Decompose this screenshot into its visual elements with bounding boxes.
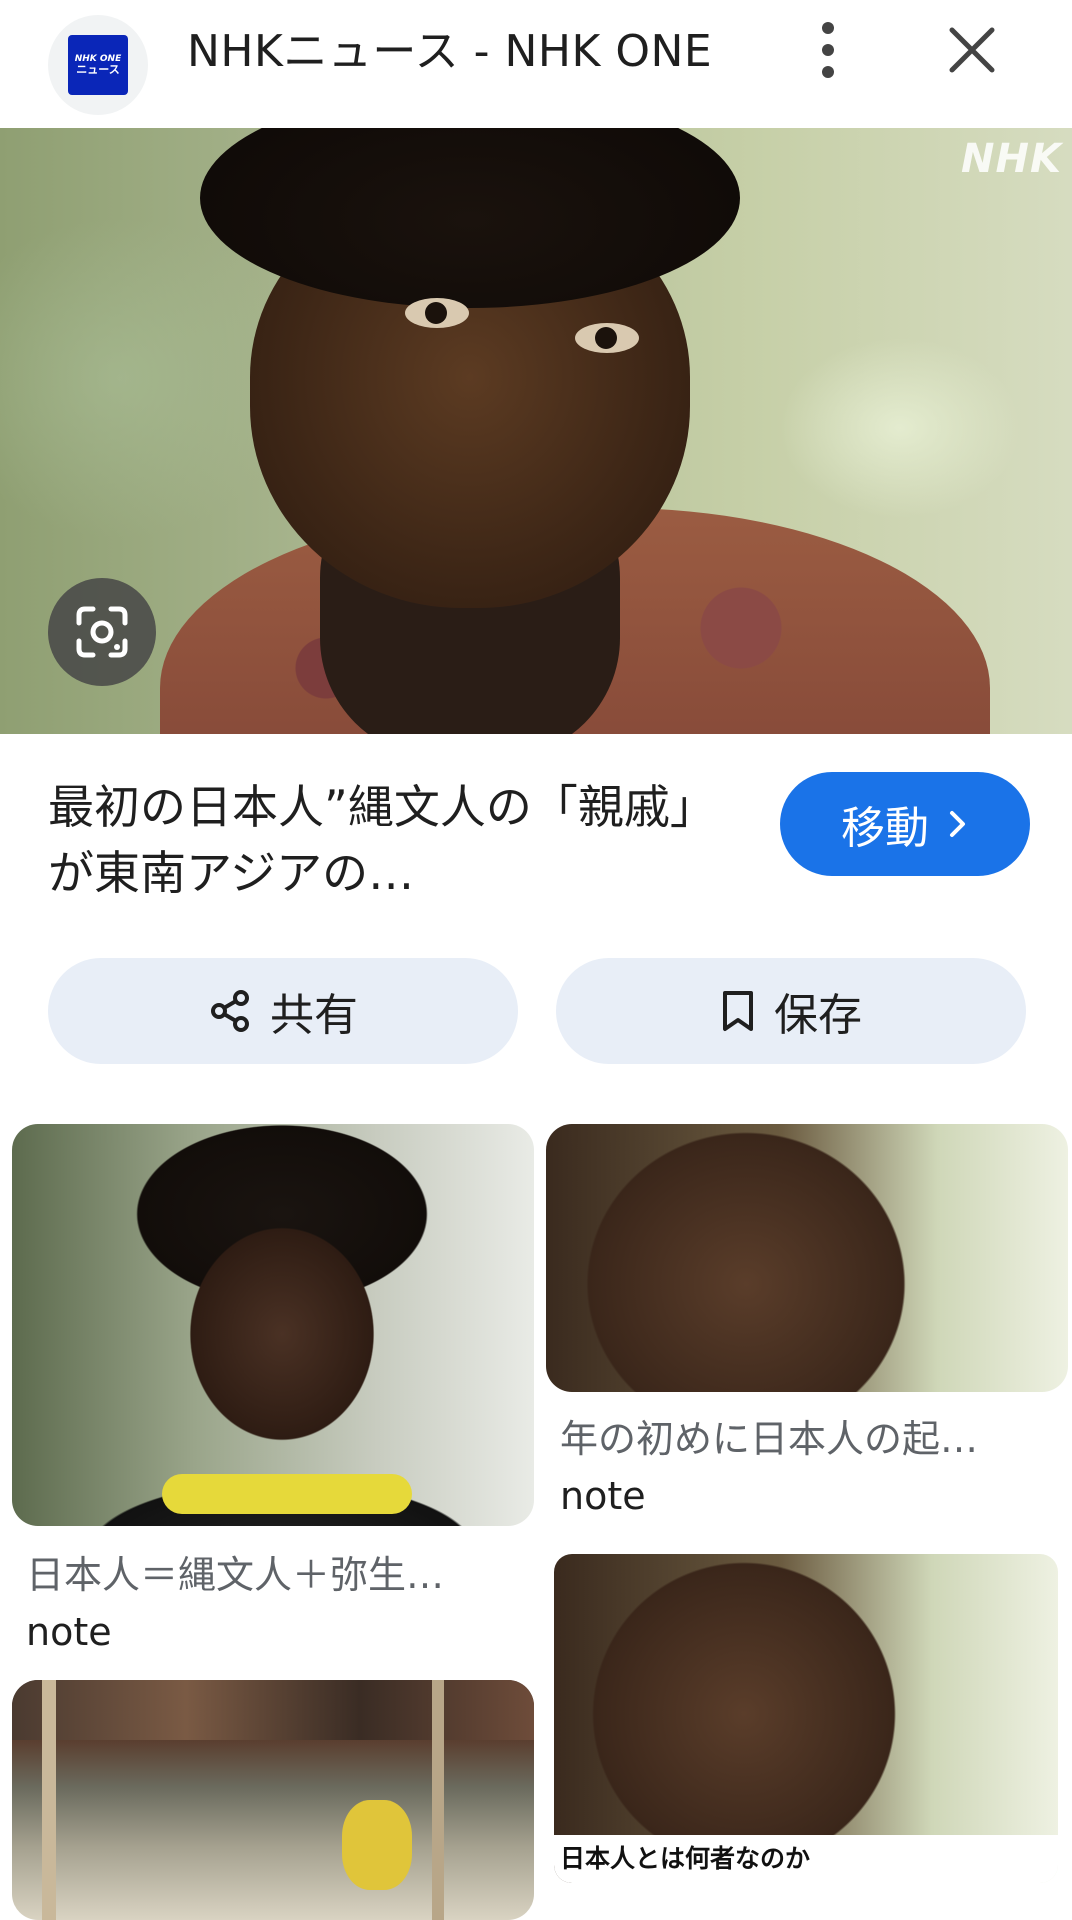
logo-line-2: ニュース: [76, 62, 120, 76]
hero-eye-left: [405, 298, 469, 328]
lens-search-icon: [76, 606, 128, 658]
hero-eye-right: [575, 323, 639, 353]
related-card[interactable]: 日本人とは何者なのか: [554, 1554, 1058, 1883]
share-button[interactable]: 共有: [48, 958, 518, 1064]
chevron-right-icon: [950, 811, 965, 837]
related-thumbnail[interactable]: [546, 1124, 1068, 1392]
related-thumbnail[interactable]: [12, 1124, 534, 1526]
share-label: 共有: [270, 990, 358, 1041]
close-icon: [949, 27, 995, 73]
site-title: NHKニュース - NHK ONE: [187, 26, 713, 77]
related-card[interactable]: [12, 1680, 534, 1920]
lens-search-button[interactable]: [48, 578, 156, 686]
related-title: 日本人＝縄文人＋弥生…: [26, 1553, 445, 1597]
related-title: 年の初めに日本人の起…: [560, 1417, 979, 1461]
bookmark-icon: [723, 991, 753, 1031]
more-options-button[interactable]: [798, 18, 858, 82]
hero-image[interactable]: NHK: [0, 128, 1072, 734]
thumbnail-caption: 日本人とは何者なのか: [560, 1844, 811, 1873]
visit-button[interactable]: 移動: [780, 772, 1030, 876]
thumbnail-pole: [42, 1680, 56, 1920]
share-icon: [211, 990, 249, 1032]
more-vert-icon: [822, 22, 834, 78]
save-label: 保存: [774, 990, 862, 1041]
result-headline[interactable]: 最初の日本人”縄文人の「親戚」が東南アジアの…: [48, 774, 748, 906]
related-card[interactable]: 日本人＝縄文人＋弥生… note: [12, 1124, 534, 1664]
related-source: note: [560, 1474, 646, 1518]
related-card[interactable]: 年の初めに日本人の起… note: [546, 1124, 1068, 1524]
nhk-watermark: NHK: [961, 136, 1062, 182]
thumbnail-awning: [12, 1680, 534, 1740]
related-thumbnail[interactable]: [12, 1680, 534, 1920]
visit-button-label: 移動: [841, 803, 929, 854]
related-thumbnail[interactable]: 日本人とは何者なのか: [554, 1554, 1058, 1883]
nhk-one-logo-icon: NHK ONE ニュース: [68, 35, 128, 95]
close-button[interactable]: [940, 18, 1004, 82]
thumbnail-pole: [432, 1680, 444, 1920]
site-logo[interactable]: NHK ONE ニュース: [48, 15, 148, 115]
save-button[interactable]: 保存: [556, 958, 1026, 1064]
top-bar: NHK ONE ニュース NHKニュース - NHK ONE: [0, 0, 1072, 128]
thumbnail-person: [342, 1800, 412, 1890]
shirt-stripe: [162, 1474, 412, 1514]
related-source: note: [26, 1610, 112, 1654]
